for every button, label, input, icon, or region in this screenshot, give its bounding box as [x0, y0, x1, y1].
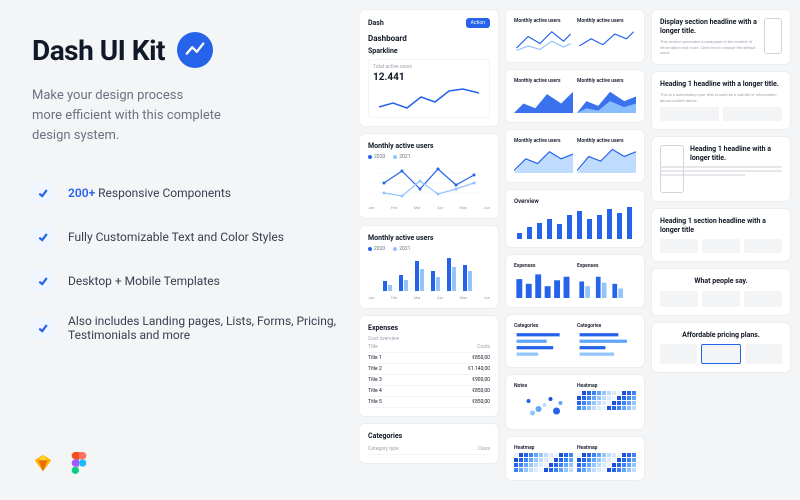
panel-title: Monthly active users	[368, 142, 490, 150]
landing-heading-panel[interactable]: Heading 1 headline with a longer title. …	[652, 72, 790, 129]
dashboard-heading: Dashboard	[368, 34, 490, 43]
phone-mockup-icon	[764, 18, 782, 54]
landing-phone-panel[interactable]: Heading 1 headline with a longer title.	[652, 137, 790, 201]
feature-item: Desktop + Mobile Templates	[32, 270, 340, 292]
check-icon	[32, 270, 54, 292]
gallery-col-2: Monthly active users Monthly active user…	[506, 10, 644, 500]
feature-list: 200+ Responsive Components Fully Customi…	[32, 182, 340, 342]
table-row: Title 3€900,00	[368, 375, 490, 386]
tool-icons	[32, 452, 340, 474]
legend: 2020 2021	[368, 246, 490, 252]
table-row: Title 2€1.140,00	[368, 364, 490, 375]
mau-twin-area2-panel[interactable]: Monthly active users Monthly active user…	[506, 130, 644, 182]
panel-title: Monthly active users	[368, 234, 490, 242]
sketch-icon	[32, 452, 54, 474]
lp-title: Heading 1 headline with a longer title.	[660, 80, 782, 89]
mau-bar-panel[interactable]: Monthly active users 2020 2021 JanFebMar…	[360, 226, 498, 308]
phone-mockup-icon	[660, 145, 684, 193]
feature-text: Fully Customizable Text and Color Styles	[68, 230, 284, 244]
mau-twin-line-panel[interactable]: Monthly active users Monthly active user…	[506, 10, 644, 62]
heatmap-grid	[514, 453, 573, 472]
x-axis: JanFebMarAprMayJun	[368, 295, 490, 300]
feature-item: Fully Customizable Text and Color Styles	[32, 226, 340, 248]
sparkline-label: Total active users	[373, 64, 485, 70]
landing-hero-panel[interactable]: Display section headline with a longer t…	[652, 10, 790, 64]
x-axis: JanFebMarAprMayJun	[368, 205, 490, 210]
expenses-twin-panel[interactable]: Expenses Expenses	[506, 255, 644, 307]
notes-heatmap-panel[interactable]: Notes Heatmap	[506, 375, 644, 429]
pricing-panel[interactable]: Affordable pricing plans.	[652, 323, 790, 372]
placeholder-row	[660, 344, 782, 364]
mau-twin-area-panel[interactable]: Monthly active users Monthly active user…	[506, 70, 644, 122]
figma-icon	[68, 452, 90, 474]
brand-row: Dash UI Kit	[32, 32, 340, 68]
check-icon	[32, 317, 54, 339]
check-icon	[32, 182, 54, 204]
testimonials-panel[interactable]: What people say.	[652, 269, 790, 314]
action-button[interactable]: Action	[466, 18, 490, 28]
dashboard-panel[interactable]: Dash Action Dashboard Sparkline Total ac…	[360, 10, 498, 126]
landing-section-panel[interactable]: Heading 1 section headline with a longer…	[652, 209, 790, 261]
feature-text: 200+ Responsive Components	[68, 186, 231, 200]
categories-panel[interactable]: Categories Category typeClass	[360, 424, 498, 463]
brand-subtitle: Make your design process more efficient …	[32, 86, 340, 146]
line-chart	[368, 163, 490, 203]
gallery-col-1: Dash Action Dashboard Sparkline Total ac…	[360, 10, 498, 500]
sparkline-chart	[373, 85, 485, 113]
feature-item: 200+ Responsive Components	[32, 182, 340, 204]
categories-twin-panel[interactable]: Categories Categories	[506, 315, 644, 367]
feature-item: Also includes Landing pages, Lists, Form…	[32, 314, 340, 342]
placeholder-row	[660, 107, 782, 121]
heatmap-dup-panel[interactable]: Heatmap Heatmap	[506, 437, 644, 480]
table-row: Title 1€850,00	[368, 353, 490, 364]
template-gallery: Dash Action Dashboard Sparkline Total ac…	[360, 0, 800, 500]
table-row: Title 5€850,00	[368, 397, 490, 408]
panel-title: Expenses	[368, 324, 490, 332]
sparkline-value: 12.441	[373, 72, 485, 83]
panel-title: Categories	[368, 432, 490, 440]
feature-text: Also includes Landing pages, Lists, Form…	[68, 314, 340, 342]
table-row: Title 4€850,00	[368, 386, 490, 397]
legend: 2020 2021	[368, 154, 490, 160]
app-name: Dash	[368, 19, 384, 27]
heatmap-grid	[577, 391, 636, 410]
placeholder-row	[660, 239, 782, 253]
bar-chart	[368, 255, 490, 293]
gallery-col-3: Display section headline with a longer t…	[652, 10, 790, 500]
placeholder-row	[660, 291, 782, 307]
brand-title: Dash UI Kit	[32, 34, 165, 67]
overview-bars	[514, 205, 636, 239]
marketing-panel: Dash UI Kit Make your design process mor…	[0, 0, 360, 500]
brand-logo-icon	[177, 32, 213, 68]
sparkline-title: Sparkline	[368, 47, 490, 55]
section-title: Affordable pricing plans.	[660, 331, 782, 340]
expenses-table: TitleCosts Title 1€850,00 Title 2€1.140,…	[368, 342, 490, 408]
feature-text: Desktop + Mobile Templates	[68, 274, 220, 288]
expenses-panel[interactable]: Expenses Cost overview TitleCosts Title …	[360, 316, 498, 416]
lp-sub: This is a subheading type, that is used …	[660, 92, 782, 103]
check-icon	[32, 226, 54, 248]
section-title: What people say.	[660, 277, 782, 286]
heatmap-grid	[577, 453, 636, 472]
overview-panel[interactable]: Overview	[506, 190, 644, 247]
lp-title: Heading 1 section headline with a longer…	[660, 217, 782, 235]
mau-line-panel[interactable]: Monthly active users 2020 2021 JanFebMar…	[360, 134, 498, 218]
